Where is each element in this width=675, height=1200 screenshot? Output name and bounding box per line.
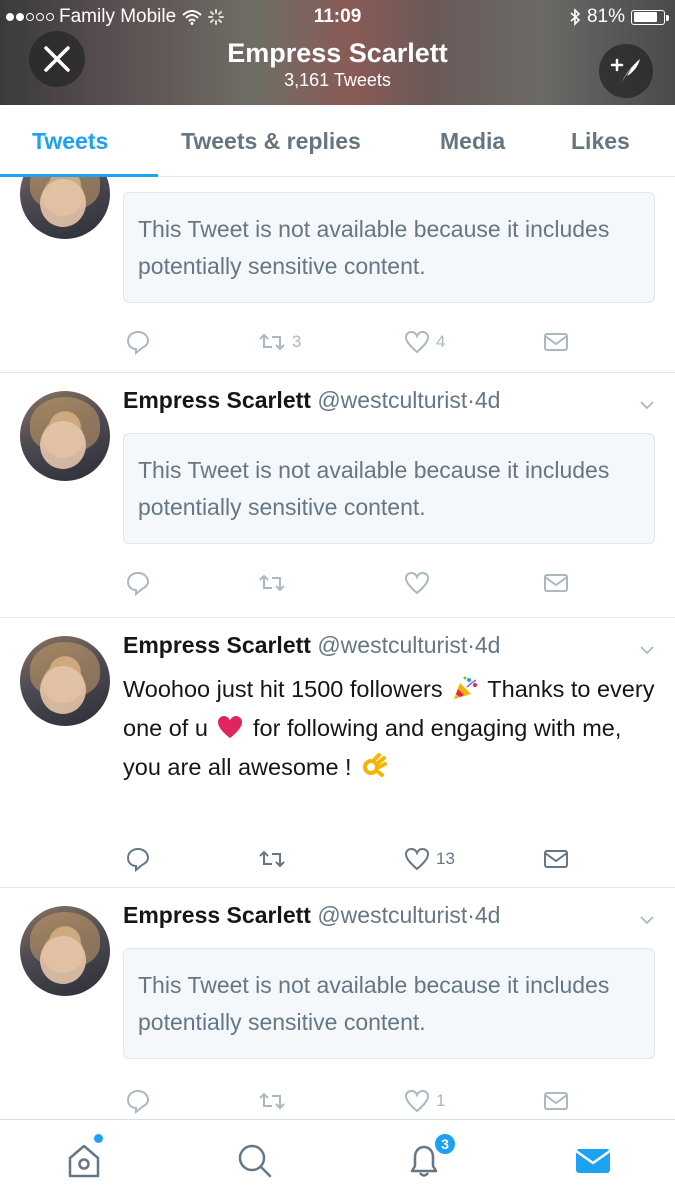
direct-message-button[interactable] — [543, 327, 569, 357]
reply-button[interactable] — [125, 1086, 151, 1116]
direct-message-button[interactable] — [543, 844, 569, 874]
like-count: 13 — [436, 849, 455, 868]
party-popper-icon — [454, 676, 478, 699]
messages-icon[interactable] — [573, 1140, 613, 1180]
reply-button[interactable] — [125, 327, 151, 357]
retweet-button[interactable] — [258, 1086, 286, 1116]
ok-hand-icon — [363, 753, 388, 777]
separator-dot: · — [467, 902, 475, 928]
tweet-actions: 13 — [0, 844, 675, 874]
avatar[interactable] — [20, 391, 110, 481]
like-count: 1 — [436, 1091, 446, 1110]
reply-icon — [126, 571, 150, 596]
tweet-item[interactable]: Empress Scarlett @westculturist·4d This … — [0, 888, 675, 1119]
chevron-down-icon[interactable] — [640, 913, 654, 927]
like-button[interactable]: 4 — [404, 327, 445, 357]
status-right: 81% — [569, 6, 669, 28]
home-new-content-dot — [94, 1134, 103, 1143]
retweet-icon — [259, 574, 285, 592]
reply-icon — [126, 847, 150, 872]
retweet-icon — [259, 850, 285, 868]
retweet-count: 3 — [292, 332, 302, 351]
profile-tabs: Tweets Tweets & replies Media Likes — [0, 105, 675, 177]
status-bar: Family Mobile 11:09 81% — [0, 0, 675, 34]
tweet-item[interactable]: This Tweet is not available because it i… — [0, 177, 675, 373]
tab-tweets-and-replies[interactable]: Tweets & replies — [181, 105, 361, 177]
heart-icon — [404, 847, 430, 871]
red-heart-icon — [218, 716, 243, 738]
envelope-icon — [544, 574, 568, 592]
tab-likes[interactable]: Likes — [571, 105, 630, 177]
heart-icon — [404, 1089, 430, 1113]
tweet-header: Empress Scarlett @westculturist·4d — [123, 387, 500, 414]
compose-tweet-button[interactable] — [599, 44, 653, 98]
author-handle[interactable]: @westculturist — [317, 387, 467, 413]
author-handle[interactable]: @westculturist — [317, 902, 467, 928]
heart-icon — [404, 571, 430, 595]
like-button[interactable]: 13 — [404, 844, 455, 874]
profile-name: Empress Scarlett — [227, 38, 448, 68]
withheld-notice: This Tweet is not available because it i… — [123, 433, 655, 544]
tab-media[interactable]: Media — [440, 105, 505, 177]
author-name[interactable]: Empress Scarlett — [123, 632, 311, 658]
reply-button[interactable] — [125, 844, 151, 874]
like-count: 4 — [436, 332, 446, 351]
tweet-header: Empress Scarlett @westculturist·4d — [123, 902, 500, 929]
author-name[interactable]: Empress Scarlett — [123, 387, 311, 413]
avatar[interactable] — [20, 636, 110, 726]
tweet-item[interactable]: Empress Scarlett @westculturist·4d Wooho… — [0, 618, 675, 888]
tweet-text-part: Woohoo just hit 1500 followers — [123, 676, 443, 702]
search-icon[interactable] — [234, 1140, 274, 1180]
withheld-notice: This Tweet is not available because it i… — [123, 192, 655, 303]
tweet-actions — [0, 568, 675, 598]
battery-fill — [633, 12, 657, 22]
retweet-button[interactable]: 3 — [258, 327, 301, 357]
retweet-icon — [259, 333, 285, 351]
retweet-button[interactable] — [258, 568, 286, 598]
avatar[interactable] — [20, 177, 110, 239]
reply-button[interactable] — [125, 568, 151, 598]
bluetooth-icon — [570, 8, 581, 26]
tab-tweets[interactable]: Tweets — [32, 105, 108, 177]
reply-icon — [126, 330, 150, 355]
compose-feather-icon — [610, 58, 640, 84]
chevron-down-icon[interactable] — [640, 643, 654, 657]
withheld-notice: This Tweet is not available because it i… — [123, 948, 655, 1059]
like-button[interactable]: 1 — [404, 1086, 445, 1116]
like-button[interactable] — [404, 568, 430, 598]
tweet-timestamp[interactable]: 4d — [475, 902, 501, 928]
tweet-header: Empress Scarlett @westculturist·4d — [123, 632, 500, 659]
chevron-down-icon[interactable] — [640, 398, 654, 412]
profile-header: Family Mobile 11:09 81% Empress Scarlett… — [0, 0, 675, 105]
envelope-icon — [544, 1092, 568, 1110]
separator-dot: · — [467, 632, 475, 658]
tweet-count: 3,161 Tweets — [284, 70, 391, 90]
notification-badge: 3 — [433, 1132, 457, 1156]
direct-message-button[interactable] — [543, 1086, 569, 1116]
home-icon[interactable] — [64, 1140, 104, 1180]
tweet-item[interactable]: Empress Scarlett @westculturist·4d This … — [0, 373, 675, 618]
tweet-text: Woohoo just hit 1500 followers Thanks to… — [123, 670, 663, 787]
tweet-actions: 1 — [0, 1086, 675, 1116]
separator-dot: · — [467, 387, 475, 413]
battery-percent: 81% — [586, 6, 625, 27]
envelope-icon — [544, 333, 568, 351]
heart-icon — [404, 330, 430, 354]
tweet-timestamp[interactable]: 4d — [475, 632, 501, 658]
bottom-tab-bar: 3 — [0, 1119, 675, 1200]
tweet-actions: 3 4 — [0, 327, 675, 357]
author-handle[interactable]: @westculturist — [317, 632, 467, 658]
author-name[interactable]: Empress Scarlett — [123, 902, 311, 928]
direct-message-button[interactable] — [543, 568, 569, 598]
tweet-timeline[interactable]: This Tweet is not available because it i… — [0, 177, 675, 1119]
avatar[interactable] — [20, 906, 110, 996]
retweet-button[interactable] — [258, 844, 286, 874]
envelope-icon — [544, 850, 568, 868]
tweet-timestamp[interactable]: 4d — [475, 387, 501, 413]
reply-icon — [126, 1089, 150, 1114]
retweet-icon — [259, 1092, 285, 1110]
battery-icon — [631, 9, 669, 25]
